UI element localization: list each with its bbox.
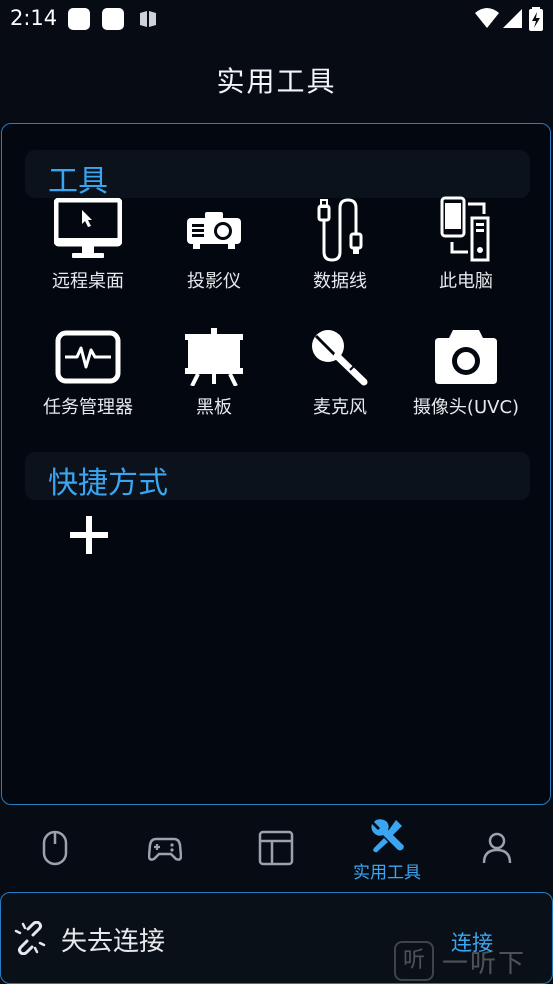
mouse-icon: [42, 830, 68, 866]
usb-cable-icon: [317, 198, 363, 262]
gamepad-icon: [148, 837, 182, 861]
user-icon: [482, 832, 512, 864]
page-title: 实用工具: [216, 65, 337, 98]
wifi-icon: [475, 8, 499, 28]
watermark: 听 一听下载: [392, 937, 553, 984]
plus-icon[interactable]: [68, 514, 110, 556]
status-bar: 2:14: [0, 0, 553, 38]
connection-status: 失去连接: [61, 927, 166, 957]
tool-label: 此电脑: [439, 271, 493, 292]
tool-label: 摄像头(UVC): [412, 397, 520, 418]
camera-icon: [435, 330, 497, 384]
tools-section-title: 工具: [48, 164, 108, 199]
tab-tools-label: 实用工具: [353, 863, 421, 883]
tool-remote-desktop[interactable]: 远程桌面: [23, 196, 153, 296]
tab-layout[interactable]: [221, 810, 331, 886]
tool-label: 黑板: [196, 397, 232, 418]
shortcuts-section-header: 快捷方式: [25, 452, 530, 501]
this-pc-icon: [440, 196, 490, 262]
remote-desktop-icon: [54, 198, 122, 258]
tool-microphone[interactable]: 麦克风: [275, 326, 405, 426]
tools-icon: [371, 819, 404, 853]
tool-label: 任务管理器: [43, 397, 133, 418]
tool-label: 麦克风: [313, 397, 367, 418]
book-icon: [140, 11, 156, 27]
tab-tools[interactable]: 实用工具: [332, 810, 442, 886]
projector-icon: [187, 212, 241, 249]
tool-blackboard[interactable]: 黑板: [149, 326, 279, 426]
tool-task-manager[interactable]: 任务管理器: [23, 326, 153, 426]
tools-panel: 工具 远程桌面 投影仪 数据线 此电脑 任务管理器 黑板 麦克风 摄像头(UVC…: [1, 123, 551, 805]
tab-user[interactable]: [442, 810, 552, 886]
tool-camera[interactable]: 摄像头(UVC): [401, 326, 531, 426]
watermark-text: 一听下载: [442, 949, 527, 979]
tool-label: 远程桌面: [52, 271, 124, 292]
layout-icon: [258, 830, 294, 866]
bottom-tab-bar: 实用工具: [0, 810, 553, 886]
tools-section-header: 工具: [25, 150, 530, 199]
signal-icon: [503, 9, 522, 28]
tab-gamepad[interactable]: [110, 810, 220, 886]
tool-projector[interactable]: 投影仪: [149, 196, 279, 296]
microphone-icon: [312, 330, 368, 386]
status-time: 2:14: [10, 6, 58, 30]
tool-label: 数据线: [313, 271, 367, 292]
tab-mouse[interactable]: [0, 810, 110, 886]
battery-charging-icon: [529, 7, 543, 31]
watermark-logo: 听: [394, 941, 434, 981]
shortcuts-section-title: 快捷方式: [48, 466, 168, 501]
notification-icon: [68, 8, 90, 30]
tool-label: 投影仪: [187, 271, 241, 292]
tool-this-pc[interactable]: 此电脑: [401, 196, 531, 296]
task-manager-icon: [55, 330, 121, 384]
blackboard-icon: [185, 328, 243, 386]
notification-icon: [102, 8, 124, 30]
broken-link-icon: [14, 921, 46, 955]
tool-data-cable[interactable]: 数据线: [275, 196, 405, 296]
